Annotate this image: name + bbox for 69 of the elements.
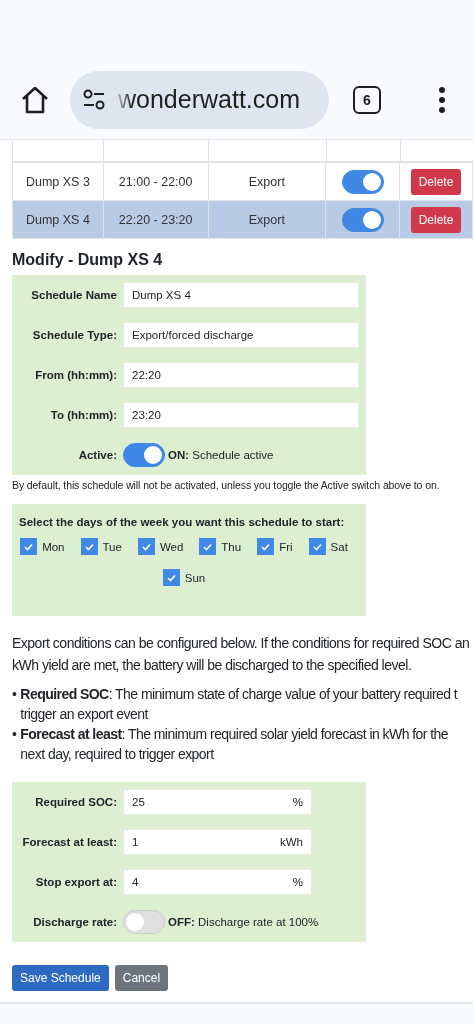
input-field[interactable]: 4 % — [123, 869, 312, 895]
description-text: Export conditions can be configured below. If the conditions for required SOC an — [12, 634, 471, 653]
switch-status: OFF: Discharge rate at 100% — [168, 916, 319, 928]
checkbox[interactable] — [20, 538, 38, 555]
field-label: From (hh:mm): — [34, 369, 117, 381]
field-label: Discharge rate: — [32, 916, 117, 928]
table-cell: 22:20 - 23:20 — [103, 200, 208, 239]
field-label: Stop export at: — [34, 876, 117, 888]
bullet-text: Forecast at least: The minimum required solar yield forecast in kWh for the — [20, 725, 449, 744]
days-title: Select the days of the week you want this schedule to start: — [19, 516, 346, 528]
toggle-switch[interactable] — [123, 443, 165, 467]
home-icon[interactable] — [20, 84, 50, 115]
check-icon — [312, 542, 322, 551]
input-field[interactable]: Export/forced discharge — [123, 322, 359, 348]
table-cell: Dump XS 3 — [12, 162, 104, 201]
bullet-text: Required SOC: The minimum state of charge value of your battery required t — [20, 685, 458, 704]
delete-button[interactable]: Delete — [410, 206, 462, 233]
bullet-text: next day, required to trigger export — [20, 745, 215, 764]
checkbox[interactable] — [257, 538, 275, 555]
menu-icon[interactable] — [439, 86, 445, 113]
field-label: Forecast at least: — [21, 836, 117, 848]
site-settings-icon[interactable] — [82, 88, 106, 111]
checkbox[interactable] — [199, 538, 217, 555]
day-label: Tue — [102, 540, 122, 553]
toggle-switch[interactable] — [341, 169, 384, 194]
check-icon — [261, 542, 271, 551]
check-icon — [203, 542, 213, 551]
bullet-text: trigger an export event — [20, 705, 150, 724]
day-label: Thu — [221, 540, 242, 553]
section-title: Modify - Dump XS 4 — [12, 251, 164, 269]
bullet-marker: • — [12, 685, 17, 704]
table-cell: Dump XS 4 — [12, 200, 104, 239]
day-label: Sun — [184, 571, 206, 584]
field-label: Schedule Type: — [31, 329, 117, 341]
toggle-switch[interactable] — [123, 910, 165, 934]
delete-button[interactable]: Delete — [410, 168, 462, 195]
checkbox[interactable] — [80, 538, 98, 555]
table-cell: 21:00 - 22:00 — [103, 162, 208, 201]
save-button[interactable]: Save Schedule — [12, 965, 109, 991]
check-icon — [141, 542, 151, 551]
table-cell: Export — [208, 162, 326, 201]
checkbox[interactable] — [162, 569, 180, 586]
day-label: Mon — [42, 540, 65, 553]
cancel-button[interactable]: Cancel — [114, 965, 169, 991]
check-icon — [166, 573, 176, 582]
input-field[interactable]: Dump XS 4 — [123, 282, 359, 308]
input-field[interactable]: 22:20 — [123, 362, 359, 388]
bullet-marker: • — [12, 725, 17, 744]
help-text: By default, this schedule will not be activated, unless you toggle the Active switch above to on. — [12, 479, 441, 491]
input-field[interactable]: 25 % — [123, 789, 312, 815]
input-field[interactable]: 1 kWh — [123, 829, 312, 855]
tab-count-button[interactable]: 6 — [353, 85, 381, 114]
day-label: Fri — [279, 540, 293, 553]
description-text: kWh yield are met, the battery will be discharged to the specified level. — [12, 656, 413, 675]
input-field[interactable]: 23:20 — [123, 402, 359, 428]
day-label: Sat — [330, 540, 348, 553]
field-label: Schedule Name — [30, 289, 117, 301]
toggle-switch[interactable] — [341, 207, 384, 232]
table-cell: Export — [208, 200, 326, 239]
field-label: Active: — [77, 449, 117, 461]
field-label: Required SOC: — [34, 796, 117, 808]
checkbox[interactable] — [137, 538, 155, 555]
checkbox[interactable] — [308, 538, 326, 555]
switch-status: ON: Schedule active — [168, 449, 274, 461]
address-bar[interactable]: wonderwatt.com — [70, 70, 329, 129]
check-icon — [84, 542, 94, 551]
check-icon — [24, 542, 34, 551]
day-label: Wed — [159, 540, 184, 553]
field-label: To (hh:mm): — [49, 409, 117, 421]
